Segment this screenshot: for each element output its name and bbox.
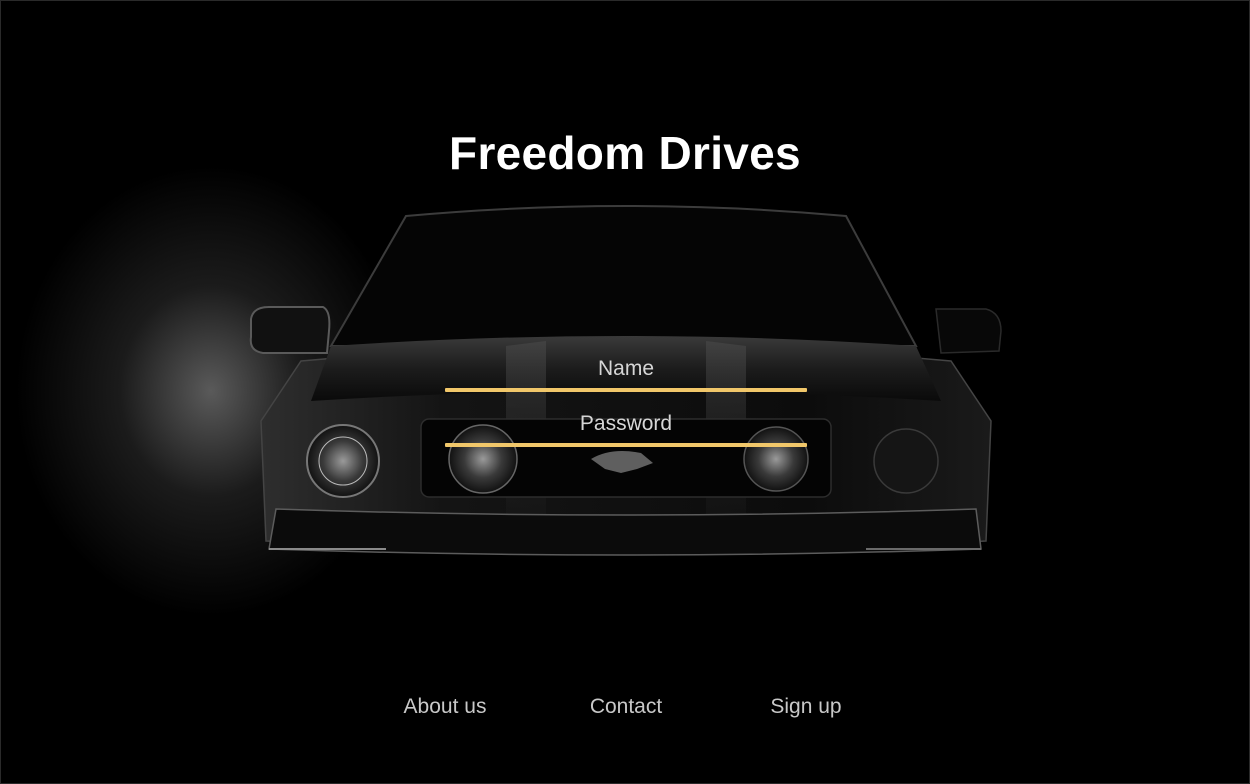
name-label: Name [597,357,655,380]
login-page: Freedom Drives Name Password About us Co… [0,0,1250,784]
contact-link[interactable]: Contact [590,695,662,719]
name-field: Name [445,355,807,392]
sign-up-link[interactable]: Sign up [770,695,841,719]
about-us-link[interactable]: About us [404,695,487,719]
password-input[interactable] [445,443,807,447]
password-label: Password [579,412,673,435]
password-field: Password [445,410,807,447]
name-input[interactable] [445,388,807,392]
page-title: Freedom Drives [449,126,801,179]
car-hero-image [249,205,1002,556]
